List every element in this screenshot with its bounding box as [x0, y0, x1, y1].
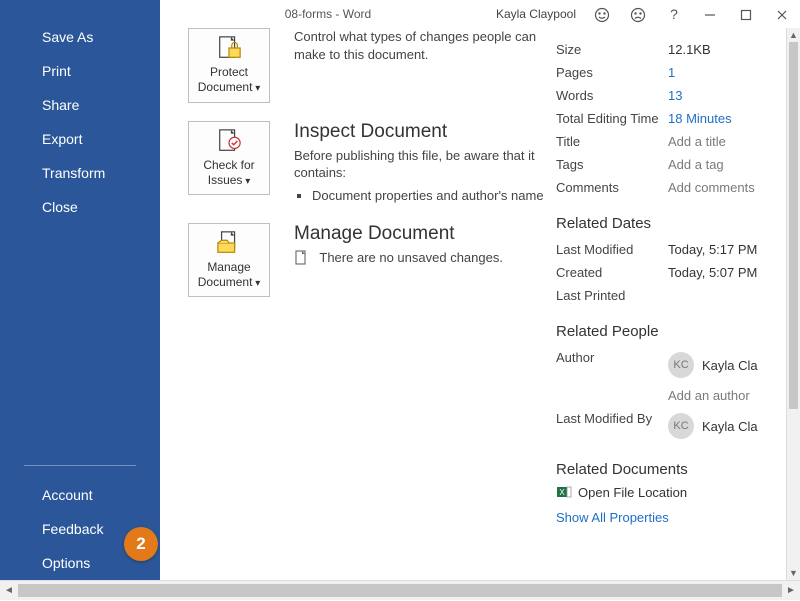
- prop-created-value: Today, 5:07 PM: [668, 265, 757, 280]
- protect-document-label: Protect Document: [191, 65, 267, 96]
- prop-edit-time-key: Total Editing Time: [556, 111, 668, 126]
- annotation-callout-2: 2: [124, 527, 158, 561]
- protect-document-button[interactable]: Protect Document: [188, 28, 270, 103]
- horizontal-scrollbar[interactable]: ◄ ►: [0, 580, 800, 600]
- prop-pages-value[interactable]: 1: [668, 65, 675, 80]
- sidebar-divider: [24, 465, 136, 466]
- scroll-left-arrow-icon[interactable]: ◄: [0, 581, 18, 600]
- manage-description: There are no unsaved changes.: [294, 249, 503, 267]
- manage-document-label: Manage Document: [191, 260, 267, 291]
- vscroll-thumb[interactable]: [789, 42, 798, 409]
- prop-comments-key: Comments: [556, 180, 668, 195]
- scroll-up-arrow-icon[interactable]: ▲: [787, 28, 800, 42]
- sidebar-account[interactable]: Account: [0, 478, 160, 512]
- lock-document-icon: [214, 35, 244, 61]
- svg-text:X: X: [559, 488, 565, 497]
- author-avatar[interactable]: KC: [668, 352, 694, 378]
- prop-last-modified-value: Today, 5:17 PM: [668, 242, 757, 257]
- inspect-bullet-1: Document properties and author's name: [312, 188, 544, 203]
- manage-title: Manage Document: [294, 223, 503, 245]
- show-all-properties[interactable]: Show All Properties: [556, 510, 786, 525]
- open-file-location[interactable]: X Open File Location: [556, 484, 786, 500]
- hscroll-thumb[interactable]: [18, 584, 782, 597]
- prop-size-value: 12.1KB: [668, 42, 711, 57]
- vertical-scrollbar[interactable]: ▲ ▼: [786, 28, 800, 580]
- manage-document-button[interactable]: Manage Document: [188, 223, 270, 298]
- prop-tags-value[interactable]: Add a tag: [668, 157, 724, 172]
- excel-file-icon: X: [556, 484, 572, 500]
- manage-document-icon: [214, 230, 244, 256]
- title-bar: 08-forms - Word Kayla Claypool ?: [160, 0, 800, 28]
- prop-last-modified-key: Last Modified: [556, 242, 668, 257]
- prop-title-key: Title: [556, 134, 668, 149]
- sidebar-print[interactable]: Print: [0, 54, 160, 88]
- sidebar-export[interactable]: Export: [0, 122, 160, 156]
- prop-words-key: Words: [556, 88, 668, 103]
- info-pane: Protect Document Control what types of c…: [160, 28, 786, 580]
- prop-created-key: Created: [556, 265, 668, 280]
- related-dates-heading: Related Dates: [556, 215, 786, 232]
- sidebar-transform[interactable]: Transform: [0, 156, 160, 190]
- sidebar-close[interactable]: Close: [0, 190, 160, 224]
- properties-panel: Size12.1KB Pages1 Words13 Total Editing …: [556, 38, 786, 525]
- inspect-description: Before publishing this file, be aware th…: [294, 147, 544, 182]
- prop-lmb-value[interactable]: Kayla Cla: [702, 419, 758, 434]
- user-name[interactable]: Kayla Claypool: [496, 7, 576, 21]
- prop-tags-key: Tags: [556, 157, 668, 172]
- window-title: 08-forms - Word: [160, 7, 496, 21]
- check-for-issues-label: Check for Issues: [191, 158, 267, 189]
- smiley-happy-icon[interactable]: [584, 5, 620, 22]
- prop-size-key: Size: [556, 42, 668, 57]
- related-documents-heading: Related Documents: [556, 461, 786, 478]
- prop-words-value[interactable]: 13: [668, 88, 682, 103]
- prop-lmb-key: Last Modified By: [556, 411, 668, 441]
- prop-author-value[interactable]: Kayla Cla: [702, 358, 758, 373]
- maximize-button[interactable]: [728, 6, 764, 22]
- prop-edit-time-value[interactable]: 18 Minutes: [668, 111, 732, 126]
- sidebar-share[interactable]: Share: [0, 88, 160, 122]
- sidebar-save-as[interactable]: Save As: [0, 20, 160, 54]
- prop-author-key: Author: [556, 350, 668, 380]
- lmb-avatar[interactable]: KC: [668, 413, 694, 439]
- check-for-issues-button[interactable]: Check for Issues: [188, 121, 270, 196]
- scroll-down-arrow-icon[interactable]: ▼: [787, 566, 800, 580]
- checklist-icon: [214, 128, 244, 154]
- scroll-right-arrow-icon[interactable]: ►: [782, 581, 800, 600]
- smiley-sad-icon[interactable]: [620, 5, 656, 22]
- prop-last-printed-key: Last Printed: [556, 288, 668, 303]
- protect-description: Control what types of changes people can…: [294, 28, 544, 63]
- prop-comments-value[interactable]: Add comments: [668, 180, 755, 195]
- help-icon[interactable]: ?: [656, 6, 692, 22]
- minimize-button[interactable]: [692, 6, 728, 22]
- prop-pages-key: Pages: [556, 65, 668, 80]
- document-small-icon: [294, 250, 308, 266]
- backstage-sidebar: Save As Print Share Export Transform Clo…: [0, 0, 160, 580]
- close-button[interactable]: [764, 6, 800, 22]
- prop-title-value[interactable]: Add a title: [668, 134, 726, 149]
- add-author[interactable]: Add an author: [668, 388, 750, 403]
- inspect-title: Inspect Document: [294, 121, 544, 143]
- related-people-heading: Related People: [556, 323, 786, 340]
